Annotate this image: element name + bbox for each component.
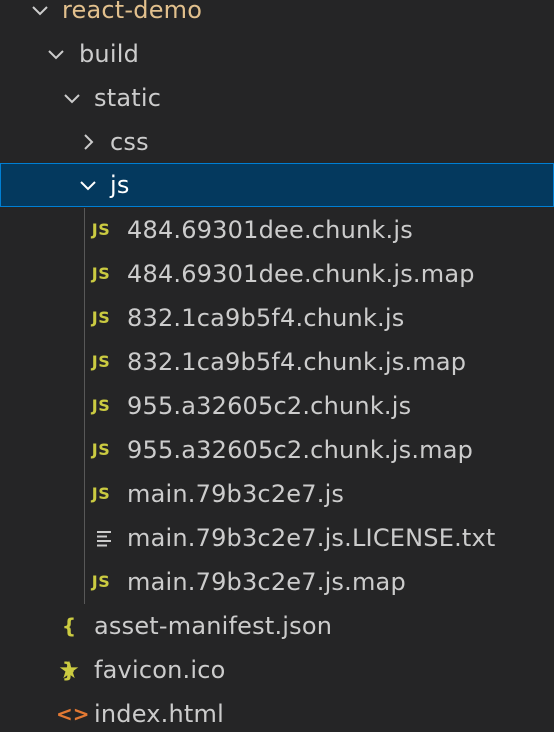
tree-item-label: main.79b3c2e7.js <box>127 480 345 508</box>
tree-item-label: css <box>110 128 149 156</box>
js-file-icon: JS <box>91 352 111 371</box>
indent-guide <box>84 340 85 384</box>
tree-item-label: 955.a32605c2.chunk.js <box>127 392 412 420</box>
tree-item-label: 955.a32605c2.chunk.js.map <box>127 436 474 464</box>
tree-item-static[interactable]: static <box>0 76 554 120</box>
tree-item-file[interactable]: { } asset-manifest.json <box>0 604 554 682</box>
indent-guide <box>84 428 85 472</box>
tree-item-file[interactable]: JS main.79b3c2e7.js <box>0 472 554 516</box>
chevron-right-icon <box>76 120 100 164</box>
tree-item-file[interactable]: JS main.79b3c2e7.js.map <box>0 560 554 604</box>
tree-item-label: build <box>79 40 140 68</box>
js-file-icon: JS <box>91 308 111 327</box>
js-file-icon: JS <box>91 572 111 591</box>
chevron-down-icon <box>28 0 52 32</box>
tree-item-label: 832.1ca9b5f4.chunk.js <box>127 304 405 332</box>
tree-item-file[interactable]: <> index.html <box>0 692 554 732</box>
js-file-icon: JS <box>91 484 111 503</box>
indent-guide <box>84 208 85 252</box>
indent-guide <box>84 472 85 516</box>
tree-item-file[interactable]: JS 832.1ca9b5f4.chunk.js.map <box>0 340 554 384</box>
js-file-icon: JS <box>91 264 111 283</box>
tree-item-label: 484.69301dee.chunk.js.map <box>127 260 475 288</box>
tree-item-build[interactable]: build <box>0 32 554 76</box>
chevron-down-icon <box>60 76 84 120</box>
indent-guide <box>84 252 85 296</box>
tree-item-label: index.html <box>94 700 224 728</box>
tree-item-css[interactable]: css <box>0 120 554 164</box>
text-file-icon <box>92 516 118 560</box>
tree-item-label: main.79b3c2e7.js.LICENSE.txt <box>127 524 496 552</box>
js-file-icon: JS <box>91 220 111 239</box>
js-file-icon: JS <box>91 440 111 459</box>
chevron-down-icon <box>44 32 68 76</box>
file-explorer-tree: react-demo build static css js JS 484.69… <box>0 0 554 732</box>
tree-item-file[interactable]: main.79b3c2e7.js.LICENSE.txt <box>0 516 554 560</box>
star-icon: ★ <box>58 656 80 684</box>
indent-guide <box>84 516 85 560</box>
tree-item-label: main.79b3c2e7.js.map <box>127 568 406 596</box>
tree-item-label: 832.1ca9b5f4.chunk.js.map <box>127 348 467 376</box>
tree-item-file[interactable]: JS 832.1ca9b5f4.chunk.js <box>0 296 554 340</box>
tree-item-file[interactable]: JS 955.a32605c2.chunk.js.map <box>0 428 554 472</box>
tree-item-label: react-demo <box>62 0 203 24</box>
tree-item-file[interactable]: JS 484.69301dee.chunk.js <box>0 208 554 252</box>
tree-item-label: js <box>110 171 130 199</box>
json-file-icon: { } <box>61 614 77 682</box>
tree-item-js[interactable]: js <box>0 163 554 207</box>
tree-item-label: 484.69301dee.chunk.js <box>127 216 413 244</box>
indent-guide <box>84 384 85 428</box>
indent-guide <box>84 296 85 340</box>
html-file-icon: <> <box>56 702 90 726</box>
indent-guide <box>84 560 85 604</box>
tree-item-file[interactable]: JS 955.a32605c2.chunk.js <box>0 384 554 428</box>
tree-item-label: asset-manifest.json <box>94 612 333 640</box>
tree-item-file[interactable]: ★ favicon.ico <box>0 648 554 692</box>
tree-item-file[interactable]: JS 484.69301dee.chunk.js.map <box>0 252 554 296</box>
chevron-down-icon <box>76 163 100 207</box>
tree-item-label: static <box>94 84 162 112</box>
tree-item-label: favicon.ico <box>94 656 226 684</box>
tree-item-react-demo[interactable]: react-demo <box>0 0 554 32</box>
js-file-icon: JS <box>91 396 111 415</box>
